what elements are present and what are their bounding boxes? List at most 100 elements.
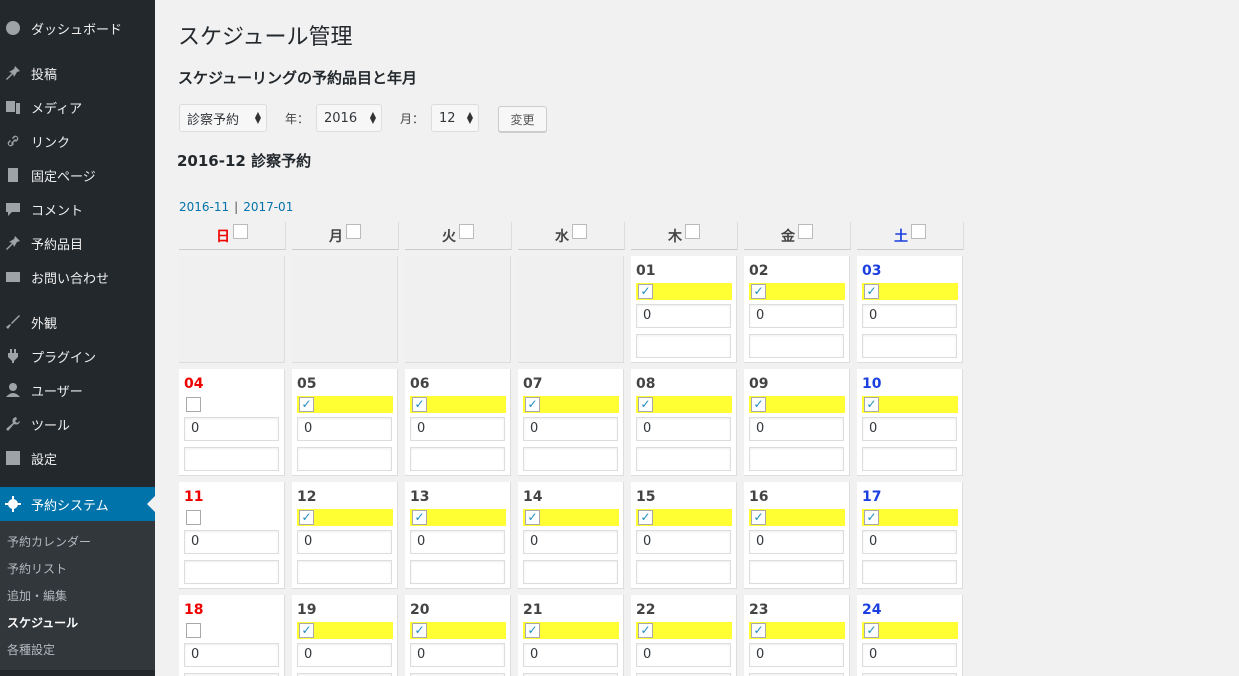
sidebar-item-0[interactable]: ダッシュボード	[0, 11, 155, 45]
note-input[interactable]	[862, 334, 957, 358]
note-input[interactable]	[297, 447, 392, 471]
day-open-checkbox[interactable]: ✓	[864, 284, 879, 299]
sidebar-item-11[interactable]: ツール	[0, 407, 155, 441]
next-month-link[interactable]: 2017-01	[243, 200, 293, 214]
sidebar-item-4[interactable]: 固定ページ	[0, 158, 155, 192]
capacity-input[interactable]: 0	[636, 643, 731, 667]
note-input[interactable]	[184, 560, 279, 584]
sidebar-item-6[interactable]: 予約品目	[0, 226, 155, 260]
capacity-input[interactable]: 0	[749, 530, 844, 554]
day-open-checkbox[interactable]: ✓	[412, 510, 427, 525]
day-open-checkbox[interactable]: ✓	[864, 623, 879, 638]
sidebar-item-7[interactable]: お問い合わせ	[0, 260, 155, 294]
day-open-checkbox[interactable]: ✓	[864, 397, 879, 412]
day-cell: 17 ✓ 0	[857, 482, 963, 589]
weekday-checkbox[interactable]	[911, 224, 926, 239]
note-input[interactable]	[410, 560, 505, 584]
day-open-checkbox[interactable]: ✓	[299, 623, 314, 638]
day-open-checkbox[interactable]: ✓	[638, 284, 653, 299]
day-open-checkbox[interactable]: ✓	[751, 623, 766, 638]
note-input[interactable]	[297, 560, 392, 584]
sidebar-item-10[interactable]: ユーザー	[0, 373, 155, 407]
day-open-checkbox[interactable]: ✓	[525, 397, 540, 412]
month-select[interactable]: 12 ▲ ▼	[431, 104, 479, 132]
day-open-checkbox[interactable]: ✓	[638, 510, 653, 525]
sidebar-item-9[interactable]: プラグイン	[0, 339, 155, 373]
note-input[interactable]	[410, 447, 505, 471]
capacity-input[interactable]: 0	[636, 530, 731, 554]
note-input[interactable]	[636, 447, 731, 471]
capacity-input[interactable]: 0	[410, 530, 505, 554]
capacity-input[interactable]: 0	[749, 417, 844, 441]
capacity-input[interactable]: 0	[862, 643, 957, 667]
prev-month-link[interactable]: 2016-11	[179, 200, 229, 214]
sidebar-item-13[interactable]: 予約システム	[0, 487, 155, 521]
note-input[interactable]	[862, 560, 957, 584]
capacity-input[interactable]: 0	[862, 417, 957, 441]
day-open-checkbox[interactable]: ✓	[751, 284, 766, 299]
submenu-item-list[interactable]: 予約リスト	[7, 560, 67, 577]
day-open-checkbox[interactable]: ✓	[299, 510, 314, 525]
weekday-checkbox[interactable]	[572, 224, 587, 239]
day-open-checkbox[interactable]: ✓	[299, 397, 314, 412]
sidebar-item-5[interactable]: コメント	[0, 192, 155, 226]
day-open-checkbox[interactable]	[186, 397, 201, 412]
note-input[interactable]	[749, 447, 844, 471]
weekday-checkbox[interactable]	[233, 224, 248, 239]
capacity-input[interactable]: 0	[297, 643, 392, 667]
note-input[interactable]	[862, 447, 957, 471]
submenu-item-calendar[interactable]: 予約カレンダー	[7, 533, 91, 550]
capacity-input[interactable]: 0	[523, 643, 618, 667]
day-open-checkbox[interactable]	[186, 510, 201, 525]
weekday-checkbox[interactable]	[346, 224, 361, 239]
day-open-checkbox[interactable]: ✓	[525, 623, 540, 638]
note-input[interactable]	[184, 447, 279, 471]
sidebar-item-12[interactable]: 設定	[0, 441, 155, 475]
sidebar-item-8[interactable]: 外観	[0, 305, 155, 339]
capacity-input[interactable]: 0	[636, 417, 731, 441]
day-open-checkbox[interactable]: ✓	[751, 397, 766, 412]
day-open-checkbox[interactable]: ✓	[412, 397, 427, 412]
capacity-input[interactable]: 0	[297, 417, 392, 441]
sidebar-item-1[interactable]: 投稿	[0, 56, 155, 90]
weekday-header: 火	[405, 222, 512, 250]
weekday-checkbox[interactable]	[685, 224, 700, 239]
submenu-item-settings[interactable]: 各種設定	[7, 641, 55, 658]
capacity-input[interactable]: 0	[862, 304, 957, 328]
submenu-item-add-edit[interactable]: 追加・編集	[7, 587, 67, 604]
capacity-input[interactable]: 0	[523, 417, 618, 441]
day-open-checkbox[interactable]: ✓	[638, 397, 653, 412]
note-input[interactable]	[636, 560, 731, 584]
capacity-input[interactable]: 0	[410, 417, 505, 441]
note-input[interactable]	[523, 447, 618, 471]
day-open-checkbox[interactable]: ✓	[864, 510, 879, 525]
submenu-item-schedule[interactable]: スケジュール	[7, 614, 78, 631]
note-input[interactable]	[636, 334, 731, 358]
capacity-input[interactable]: 0	[862, 530, 957, 554]
day-open-checkbox[interactable]: ✓	[412, 623, 427, 638]
day-open-checkbox[interactable]	[186, 623, 201, 638]
day-open-checkbox[interactable]: ✓	[525, 510, 540, 525]
item-select[interactable]: 診察予約 ▲ ▼	[179, 104, 267, 132]
change-button[interactable]: 変更	[498, 106, 547, 132]
sidebar-item-2[interactable]: メディア	[0, 90, 155, 124]
note-input[interactable]	[749, 334, 844, 358]
sidebar-item-3[interactable]: リンク	[0, 124, 155, 158]
day-open-checkbox[interactable]: ✓	[751, 510, 766, 525]
capacity-input[interactable]: 0	[749, 643, 844, 667]
capacity-input[interactable]: 0	[297, 530, 392, 554]
note-input[interactable]	[749, 560, 844, 584]
note-input[interactable]	[523, 560, 618, 584]
day-open-checkbox[interactable]: ✓	[638, 623, 653, 638]
weekday-header: 日	[179, 222, 286, 250]
capacity-input[interactable]: 0	[523, 530, 618, 554]
capacity-input[interactable]: 0	[636, 304, 731, 328]
capacity-input[interactable]: 0	[410, 643, 505, 667]
capacity-input[interactable]: 0	[749, 304, 844, 328]
capacity-input[interactable]: 0	[184, 530, 279, 554]
capacity-input[interactable]: 0	[184, 643, 279, 667]
weekday-checkbox[interactable]	[798, 224, 813, 239]
capacity-input[interactable]: 0	[184, 417, 279, 441]
year-select[interactable]: 2016 ▲ ▼	[316, 104, 382, 132]
weekday-checkbox[interactable]	[459, 224, 474, 239]
